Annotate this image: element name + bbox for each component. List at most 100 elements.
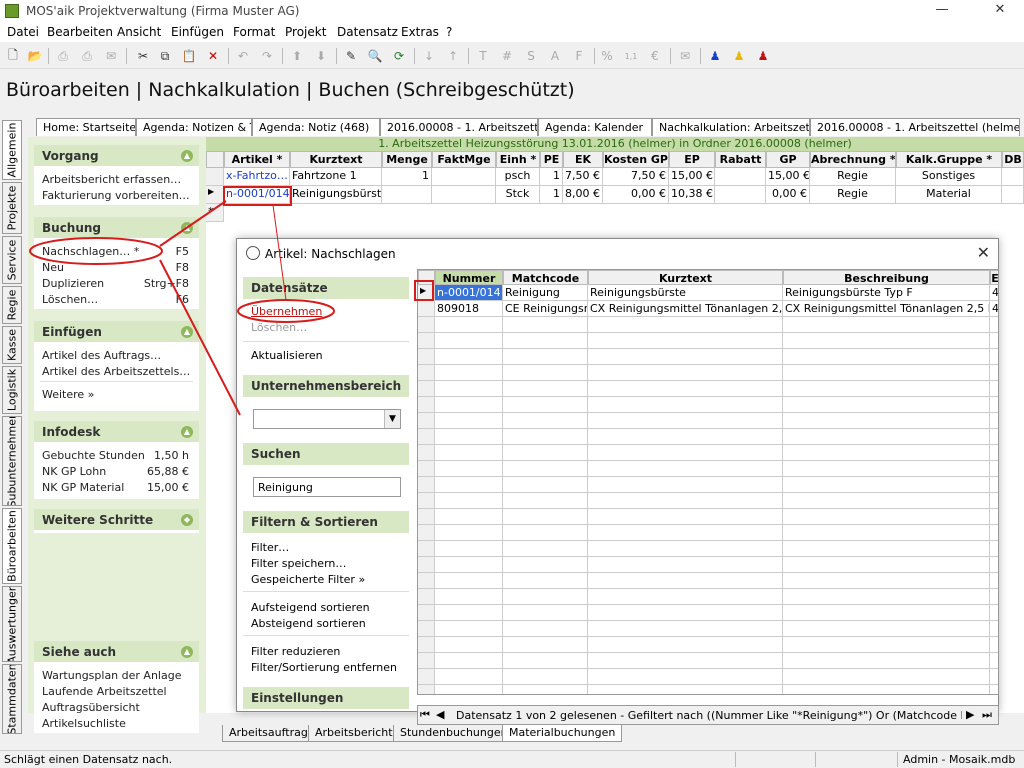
column-header[interactable]: Kalk.Gruppe *: [896, 151, 1002, 168]
grid-cell[interactable]: [588, 541, 783, 557]
link-auftragsuebersicht[interactable]: Auftragsübersicht: [34, 699, 199, 715]
grid-cell[interactable]: [783, 525, 990, 541]
grid-cell[interactable]: Stck: [496, 186, 540, 204]
panel-header[interactable]: Einfügen ▲: [34, 321, 199, 343]
grid-cell[interactable]: CX Reinigungsmittel Tönanlagen 2,5 LT: [588, 301, 783, 317]
delete-icon[interactable]: ✕: [204, 47, 222, 65]
grid-cell[interactable]: [783, 621, 990, 637]
f-format-icon[interactable]: F: [570, 47, 588, 65]
collapse-icon[interactable]: ▲: [181, 646, 193, 658]
grid-cell[interactable]: [503, 605, 588, 621]
grid-cell[interactable]: [990, 365, 998, 381]
grid-cell[interactable]: [503, 557, 588, 573]
grid-cell[interactable]: Fahrtzone 1: [290, 168, 382, 186]
column-header[interactable]: Matchcode: [503, 270, 588, 285]
vtab-allgemein[interactable]: Allgemein: [2, 120, 22, 180]
grid-cell[interactable]: [435, 509, 503, 525]
grid-cell[interactable]: [990, 429, 998, 445]
link-neu[interactable]: Neu F8: [34, 259, 199, 275]
grid-cell[interactable]: [432, 186, 496, 204]
collapse-icon[interactable]: ▲: [181, 426, 193, 438]
grid-cell[interactable]: [382, 186, 432, 204]
column-header[interactable]: EK: [563, 151, 603, 168]
row-selector[interactable]: [418, 493, 435, 509]
doc-tab-agenda-kalender[interactable]: Agenda: Kalender: [538, 118, 652, 136]
grid-cell[interactable]: [990, 685, 998, 694]
vtab-bueroarbeiten[interactable]: Büroarbeiten: [2, 508, 22, 584]
grid-cell[interactable]: [503, 413, 588, 429]
grid-cell[interactable]: [783, 429, 990, 445]
grid-cell[interactable]: [783, 445, 990, 461]
grid-cell[interactable]: [783, 333, 990, 349]
grid-cell[interactable]: [435, 589, 503, 605]
grid-cell[interactable]: [503, 477, 588, 493]
grid-cell[interactable]: 1: [540, 186, 563, 204]
s-format-icon[interactable]: S: [522, 47, 540, 65]
grid-cell[interactable]: [783, 653, 990, 669]
grid-cell[interactable]: Reinigungsbürste: [290, 186, 382, 204]
close-button[interactable]: ✕: [986, 2, 1014, 20]
grid-cell[interactable]: [990, 397, 998, 413]
grid-cell[interactable]: [783, 317, 990, 333]
user-blue-icon[interactable]: ♟: [706, 47, 724, 65]
menu-help[interactable]: ?: [446, 25, 452, 39]
grid-cell[interactable]: [588, 573, 783, 589]
menu-einfuegen[interactable]: Einfügen: [171, 25, 224, 39]
grid-cell[interactable]: [588, 461, 783, 477]
grid-cell[interactable]: [435, 333, 503, 349]
menu-datensatz[interactable]: Datensatz: [337, 25, 398, 39]
column-header[interactable]: GP: [766, 151, 810, 168]
aufsteigend-sortieren-link[interactable]: Aufsteigend sortieren: [251, 601, 370, 614]
grid-cell[interactable]: [990, 653, 998, 669]
grid-cell[interactable]: [990, 541, 998, 557]
row-selector[interactable]: [418, 557, 435, 573]
grid-cell[interactable]: [715, 186, 766, 204]
grid-cell[interactable]: [990, 413, 998, 429]
link-artikel-auftrag[interactable]: Artikel des Auftrags…: [34, 347, 199, 363]
row-selector[interactable]: ▶: [206, 186, 224, 204]
row-selector[interactable]: [418, 317, 435, 333]
column-header[interactable]: DB: [1002, 151, 1024, 168]
grid-cell[interactable]: CE Reinigungsmi: [503, 301, 588, 317]
grid-cell[interactable]: [435, 349, 503, 365]
grid-cell[interactable]: [435, 445, 503, 461]
grid-cell[interactable]: [503, 429, 588, 445]
move-down-icon[interactable]: ⬇: [312, 47, 330, 65]
row-selector[interactable]: ▶: [418, 285, 435, 301]
grid-cell[interactable]: [783, 605, 990, 621]
grid-cell[interactable]: [783, 541, 990, 557]
grid-cell[interactable]: [990, 589, 998, 605]
print-icon[interactable]: ⎙: [78, 47, 96, 65]
grid-cell[interactable]: 0,00 €: [766, 186, 810, 204]
row-selector[interactable]: [418, 461, 435, 477]
grid-cell[interactable]: x-Fahrtzo…: [224, 168, 290, 186]
vtab-kasse[interactable]: Kasse: [2, 326, 22, 364]
grid-cell[interactable]: [783, 477, 990, 493]
user-yellow-icon[interactable]: ♟: [730, 47, 748, 65]
doc-tab-agenda-notizen[interactable]: Agenda: Notizen & Te: [136, 118, 252, 136]
grid-cell[interactable]: [435, 557, 503, 573]
grid-cell[interactable]: [503, 397, 588, 413]
row-selector[interactable]: [418, 509, 435, 525]
link-artikelsuchliste[interactable]: Artikelsuchliste: [34, 715, 199, 731]
find-icon[interactable]: 🔍: [366, 47, 384, 65]
row-selector[interactable]: [418, 429, 435, 445]
column-header[interactable]: Abrechnung *: [810, 151, 896, 168]
grid-cell[interactable]: [435, 493, 503, 509]
prev-record-button[interactable]: ◀: [436, 708, 444, 721]
grid-cell[interactable]: 809018: [435, 301, 503, 317]
grid-cell[interactable]: [503, 509, 588, 525]
unternehmensbereich-select[interactable]: ▼: [253, 409, 401, 429]
column-header[interactable]: PE: [540, 151, 563, 168]
grid-cell[interactable]: [435, 685, 503, 694]
grid-cell[interactable]: [783, 573, 990, 589]
grid-cell[interactable]: 4: [990, 301, 998, 317]
collapse-icon[interactable]: ▲: [181, 222, 193, 234]
grid-cell[interactable]: [990, 637, 998, 653]
column-header[interactable]: Artikel *: [224, 151, 290, 168]
menu-bearbeiten[interactable]: Bearbeiten: [47, 25, 113, 39]
grid-cell[interactable]: [503, 589, 588, 605]
paste-icon[interactable]: 📋: [180, 47, 198, 65]
new-row-selector[interactable]: *: [206, 204, 224, 222]
number-format-icon[interactable]: #: [498, 47, 516, 65]
